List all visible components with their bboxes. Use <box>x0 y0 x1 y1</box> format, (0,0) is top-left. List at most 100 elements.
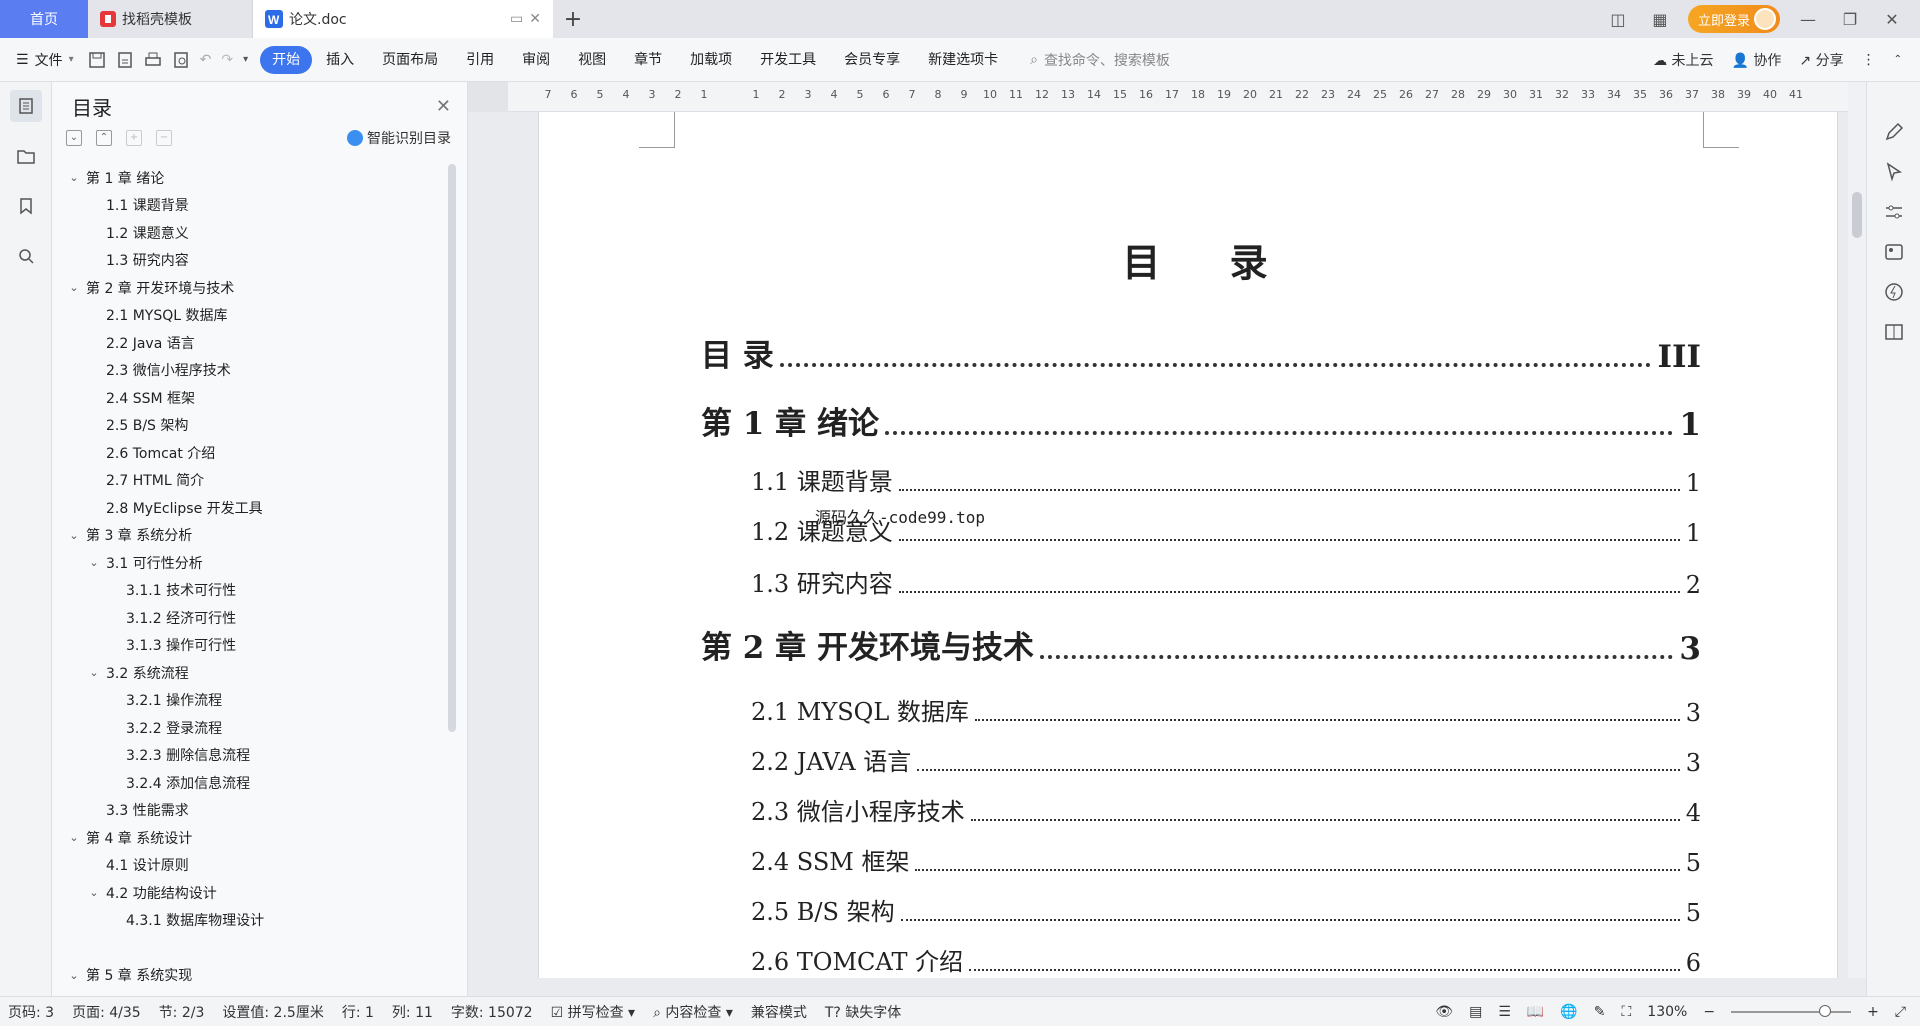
ribbon-tab[interactable]: 插入 <box>312 46 368 74</box>
ribbon-tab[interactable]: 章节 <box>620 46 676 74</box>
page-view-icon[interactable]: ▤ <box>1469 1004 1482 1020</box>
ribbon-tab[interactable]: 视图 <box>564 46 620 74</box>
toc-item[interactable]: 3.2.2 登录流程 <box>52 714 448 742</box>
toc-item[interactable]: 2.2 Java 语言 <box>52 329 448 357</box>
chevron-down-icon[interactable]: ⌄ <box>86 556 102 569</box>
close-icon[interactable]: ✕ <box>436 96 451 117</box>
toc-icon[interactable] <box>9 90 42 122</box>
toc-entry[interactable]: 2.4 SSM 框架 5 <box>751 842 1701 877</box>
pen-icon[interactable] <box>1884 122 1904 142</box>
toc-item[interactable]: ⌄ 3.2 系统流程 <box>52 659 448 687</box>
zoom-in-icon[interactable]: + <box>1867 1004 1879 1020</box>
ribbon-tab[interactable]: 审阅 <box>508 46 564 74</box>
minimize-icon[interactable]: — <box>1794 10 1822 29</box>
eye-icon[interactable]: 👁 <box>1435 1004 1453 1020</box>
toc-item[interactable]: 2.3 微信小程序技术 <box>52 357 448 385</box>
toc-entry[interactable]: 1.3 研究内容 2 <box>751 564 1701 599</box>
more-icon[interactable]: ⋮ <box>1862 52 1876 68</box>
zoom-level[interactable]: 130% <box>1647 1004 1687 1020</box>
status-words[interactable]: 字数: 15072 <box>451 1002 533 1022</box>
command-search[interactable]: ⌕ 查找命令、搜索模板 <box>1030 50 1170 70</box>
sliders-icon[interactable] <box>1884 202 1904 222</box>
smart-toc-button[interactable]: 智能识别目录 <box>347 128 451 148</box>
toc-entry[interactable]: 2.2 JAVA 语言 3 <box>751 742 1701 777</box>
missing-font-button[interactable]: T? 缺失字体 <box>825 1002 901 1022</box>
zoom-knob[interactable] <box>1819 1004 1832 1017</box>
toc-entry[interactable]: 2.6 TOMCAT 介绍 6 <box>751 942 1701 977</box>
toc-item[interactable]: ⌄ 第 2 章 开发环境与技术 <box>52 274 448 302</box>
cursor-icon[interactable] <box>1884 162 1904 182</box>
toc-entry[interactable]: 1.2 课题意义 1 <box>751 512 1701 547</box>
ribbon-tab[interactable]: 引用 <box>452 46 508 74</box>
file-menu[interactable]: ☰ 文件 ▾ <box>0 50 88 70</box>
toc-item[interactable]: 1.1 课题背景 <box>52 192 448 220</box>
chevron-down-icon[interactable]: ⌄ <box>66 831 82 844</box>
collapse-ribbon-icon[interactable]: ⌃ <box>1894 54 1902 65</box>
read-view-icon[interactable]: 📖 <box>1527 1004 1544 1020</box>
toc-entry[interactable]: 第 1 章 绪论 1 <box>701 398 1701 443</box>
expand-all-icon[interactable]: ⌃ <box>96 130 112 146</box>
toc-item[interactable]: 3.1.1 技术可行性 <box>52 577 448 605</box>
ribbon-tab[interactable]: 页面布局 <box>368 46 452 74</box>
toc-entry[interactable]: 第 2 章 开发环境与技术 3 <box>701 622 1701 667</box>
add-heading-icon[interactable]: + <box>126 130 142 146</box>
toc-item[interactable]: 2.4 SSM 框架 <box>52 384 448 412</box>
toc-item[interactable]: 2.6 Tomcat 介绍 <box>52 439 448 467</box>
toc-item[interactable]: 3.2.4 添加信息流程 <box>52 769 448 797</box>
toc-item[interactable]: ⌄ 第 5 章 系统实现 <box>52 962 448 990</box>
search-icon[interactable] <box>10 240 42 272</box>
status-page[interactable]: 页面: 4/35 <box>72 1002 141 1022</box>
tab-document[interactable]: W 论文.doc ▭ ✕ <box>253 0 553 38</box>
toc-item[interactable]: 2.1 MYSQL 数据库 <box>52 302 448 330</box>
toc-item[interactable]: ⌄ 第 4 章 系统设计 <box>52 824 448 852</box>
fullscreen-icon[interactable]: ⤢ <box>1895 1004 1906 1020</box>
zoom-slider[interactable] <box>1731 1004 1852 1017</box>
toc-item[interactable]: 3.1.3 操作可行性 <box>52 632 448 660</box>
toc-entry[interactable]: 2.5 B/S 架构 5 <box>751 892 1701 927</box>
nav-scrollbar[interactable] <box>448 164 456 732</box>
fit-page-icon[interactable]: ⛶ <box>1621 1004 1631 1020</box>
spell-check-button[interactable]: ☑ 拼写检查 ▾ <box>551 1002 636 1022</box>
print-preview-icon[interactable] <box>172 51 190 69</box>
toc-item[interactable]: 3.1.2 经济可行性 <box>52 604 448 632</box>
outline-view-icon[interactable]: ☰ <box>1498 1004 1511 1020</box>
tab-template[interactable]: 找稻壳模板 <box>88 0 253 38</box>
ribbon-tab[interactable]: 会员专享 <box>830 46 914 74</box>
zoom-out-icon[interactable]: − <box>1703 1004 1715 1020</box>
web-view-icon[interactable]: 🌐 <box>1560 1004 1577 1020</box>
toc-item[interactable]: ⌄ 第 3 章 系统分析 <box>52 522 448 550</box>
ribbon-tab[interactable]: 新建选项卡 <box>914 46 1012 74</box>
vertical-scrollbar[interactable] <box>1848 82 1866 978</box>
bookmark-icon[interactable] <box>10 190 42 222</box>
chevron-down-icon[interactable]: ⌄ <box>66 969 82 982</box>
lightning-icon[interactable] <box>1884 282 1904 302</box>
content-check-button[interactable]: ⌕ 内容检查 ▾ <box>653 1002 733 1022</box>
close-tab-icon[interactable]: ✕ <box>529 11 541 27</box>
chevron-down-icon[interactable]: ⌄ <box>66 281 82 294</box>
toc-item[interactable]: ⌄ 3.1 可行性分析 <box>52 549 448 577</box>
document-page[interactable]: 目 录 源码久久-code99.top 目 录 III 第 1 章 绪论 1 1.1 课… <box>538 112 1838 978</box>
ribbon-tab[interactable]: 加载项 <box>676 46 746 74</box>
toc-item[interactable]: 3.3 性能需求 <box>52 797 448 825</box>
collapse-all-icon[interactable]: ⌄ <box>66 130 82 146</box>
print-icon[interactable] <box>144 51 162 69</box>
chevron-down-icon[interactable]: ⌄ <box>66 171 82 184</box>
toc-item[interactable]: 4.1 设计原则 <box>52 852 448 880</box>
customize-chevron-icon[interactable]: ▾ <box>243 54 248 65</box>
toc-item[interactable]: ⌄ 第 1 章 绪论 <box>52 164 448 192</box>
share-button[interactable]: ↗ 分享 <box>1799 50 1843 70</box>
toc-entry[interactable]: 2.3 微信小程序技术 4 <box>751 792 1701 827</box>
chevron-down-icon[interactable]: ⌄ <box>86 886 102 899</box>
tab-home[interactable]: 首页 <box>0 0 88 38</box>
grid-apps-icon[interactable]: ▦ <box>1646 10 1674 29</box>
toc-item[interactable]: 2.5 B/S 架构 <box>52 412 448 440</box>
export-pdf-icon[interactable] <box>116 51 134 69</box>
toc-item[interactable]: 4.3.1 数据库物理设计 <box>52 907 448 935</box>
toc-entry[interactable]: 1.1 课题背景 1 <box>751 462 1701 497</box>
toc-item[interactable]: ⌄ 4.2 功能结构设计 <box>52 879 448 907</box>
chevron-down-icon[interactable]: ⌄ <box>86 666 102 679</box>
remove-heading-icon[interactable]: − <box>156 130 172 146</box>
restore-icon[interactable]: ❐ <box>1836 10 1864 29</box>
write-view-icon[interactable]: ✎ <box>1594 1004 1606 1020</box>
toc-entry[interactable]: 目 录 III <box>701 330 1701 375</box>
